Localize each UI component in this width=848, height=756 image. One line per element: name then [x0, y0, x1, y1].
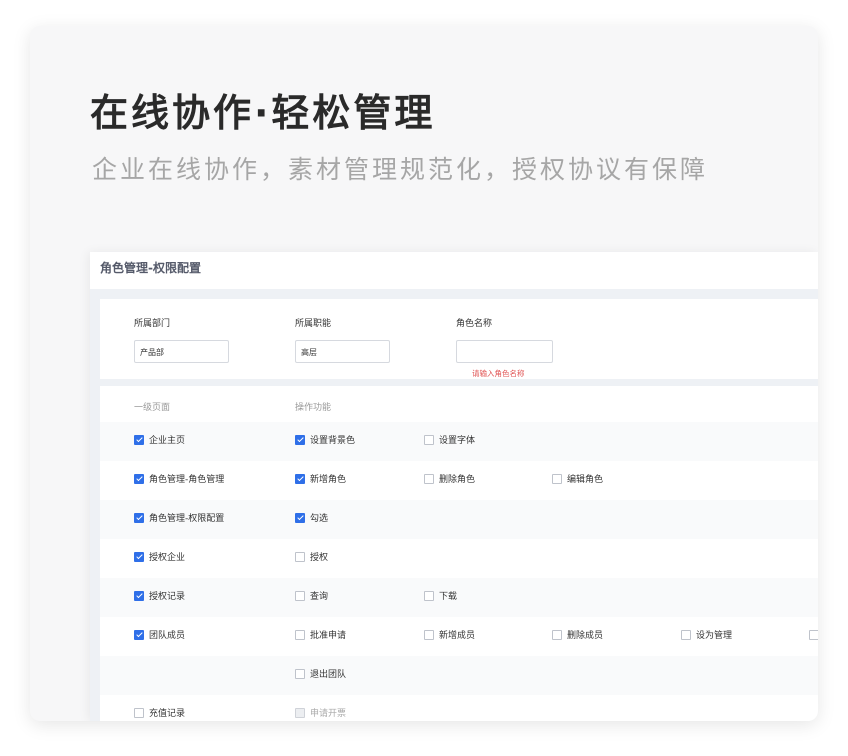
checkbox-checked-icon[interactable]: [295, 473, 305, 484]
checkbox-label: 设置字体: [439, 436, 476, 446]
op-checkbox[interactable]: 退出团队: [295, 668, 347, 681]
checkbox-checked-icon[interactable]: [134, 434, 144, 445]
op-checkbox: 申请开票: [295, 707, 347, 720]
checkbox-icon[interactable]: [424, 473, 434, 484]
department-input[interactable]: 产品部: [134, 340, 229, 363]
checkbox-label: 授权: [310, 553, 329, 563]
op-checkbox[interactable]: 设置背景色: [295, 434, 356, 447]
checkbox-label: 删除角色: [439, 475, 476, 485]
checkbox-icon[interactable]: [681, 629, 691, 640]
role-name-label: 角色名称: [456, 319, 493, 329]
checkbox-label: 查询: [310, 592, 329, 602]
page-checkbox[interactable]: 团队成员: [134, 629, 186, 642]
table-row: 退出团队: [100, 656, 818, 695]
op-checkbox[interactable]: 删除角色: [424, 473, 476, 486]
checkbox-label: 角色管理-权限配置: [149, 514, 225, 524]
table-row: 授权记录 查询 下载: [100, 578, 818, 617]
department-label: 所属部门: [134, 319, 171, 329]
checkbox-icon[interactable]: [295, 668, 305, 679]
checkbox-icon[interactable]: [809, 629, 818, 640]
checkbox-label: 团队成员: [149, 631, 186, 641]
checkbox-checked-icon[interactable]: [295, 512, 305, 523]
op-checkbox[interactable]: 删除成员: [552, 629, 604, 642]
panel-title: 角色管理-权限配置: [100, 261, 201, 275]
hero-subtitle: 企业在线协作，素材管理规范化，授权协议有保障: [92, 155, 709, 184]
checkbox-icon[interactable]: [552, 629, 562, 640]
table-row: 团队成员 批准申请 新增成员 删除成员 设为管理: [100, 617, 818, 656]
role-name-input[interactable]: [456, 340, 553, 363]
checkbox-checked-icon[interactable]: [134, 512, 144, 523]
page-checkbox[interactable]: 企业主页: [134, 434, 186, 447]
checkbox-icon[interactable]: [295, 629, 305, 640]
checkbox-label: 下载: [439, 592, 458, 602]
checkbox-label: 企业主页: [149, 436, 186, 446]
filter-section: 所属部门 产品部 所属职能 高层 角色名称 请输入角色名称: [100, 299, 818, 379]
permission-table: 一级页面 操作功能 企业主页 设置背景色 设置字体角色管理-角色管理 新增角色 删除角色…: [100, 386, 818, 721]
op-checkbox[interactable]: 设置字体: [424, 434, 476, 447]
checkbox-label: 新增角色: [310, 475, 347, 485]
page-checkbox[interactable]: 授权企业: [134, 551, 186, 564]
col-header-ops: 操作功能: [295, 403, 332, 413]
checkbox-icon: [295, 707, 305, 718]
op-checkbox[interactable]: [809, 629, 818, 642]
op-checkbox[interactable]: 授权: [295, 551, 329, 564]
checkbox-label: 设为管理: [696, 631, 733, 641]
checkbox-icon[interactable]: [424, 434, 434, 445]
op-checkbox[interactable]: 勾选: [295, 512, 329, 525]
checkbox-icon[interactable]: [424, 629, 434, 640]
checkbox-checked-icon[interactable]: [134, 590, 144, 601]
feature-card: 在线协作·轻松管理 企业在线协作，素材管理规范化，授权协议有保障 角色管理-权限…: [30, 26, 818, 721]
checkbox-label: 勾选: [310, 514, 329, 524]
page-checkbox[interactable]: 角色管理-角色管理: [134, 473, 225, 486]
checkbox-icon[interactable]: [295, 551, 305, 562]
op-checkbox[interactable]: 查询: [295, 590, 329, 603]
role-name-error: 请输入角色名称: [472, 369, 525, 378]
table-row: 角色管理-角色管理 新增角色 删除角色 编辑角色: [100, 461, 818, 500]
checkbox-checked-icon[interactable]: [134, 629, 144, 640]
checkbox-icon[interactable]: [424, 590, 434, 601]
col-header-page: 一级页面: [134, 403, 171, 413]
op-checkbox[interactable]: 新增成员: [424, 629, 476, 642]
checkbox-label: 删除成员: [567, 631, 604, 641]
table-row: 企业主页 设置背景色 设置字体: [100, 422, 818, 461]
table-row: 授权企业 授权: [100, 539, 818, 578]
permission-panel: 角色管理-权限配置 所属部门 产品部 所属职能 高层 角色名称 请输入角色名称 …: [90, 252, 818, 721]
checkbox-icon[interactable]: [295, 590, 305, 601]
page-checkbox[interactable]: 授权记录: [134, 590, 186, 603]
panel-header: 角色管理-权限配置: [90, 252, 818, 289]
checkbox-label: 批准申请: [310, 631, 347, 641]
op-checkbox[interactable]: 批准申请: [295, 629, 347, 642]
checkbox-checked-icon[interactable]: [134, 551, 144, 562]
page-checkbox[interactable]: 充值记录: [134, 707, 186, 720]
op-checkbox[interactable]: 设为管理: [681, 629, 733, 642]
checkbox-checked-icon[interactable]: [295, 434, 305, 445]
checkbox-icon[interactable]: [552, 473, 562, 484]
page-checkbox[interactable]: 角色管理-权限配置: [134, 512, 225, 525]
op-checkbox[interactable]: 新增角色: [295, 473, 347, 486]
checkbox-checked-icon[interactable]: [134, 473, 144, 484]
checkbox-label: 设置背景色: [310, 436, 356, 446]
checkbox-icon[interactable]: [134, 707, 144, 718]
checkbox-label: 新增成员: [439, 631, 476, 641]
op-checkbox[interactable]: 下载: [424, 590, 458, 603]
checkbox-label: 充值记录: [149, 709, 186, 719]
checkbox-label: 编辑角色: [567, 475, 604, 485]
checkbox-label: 申请开票: [310, 709, 347, 719]
position-label: 所属职能: [295, 319, 332, 329]
position-input[interactable]: 高层: [295, 340, 390, 363]
checkbox-label: 授权记录: [149, 592, 186, 602]
table-row: 角色管理-权限配置 勾选: [100, 500, 818, 539]
checkbox-label: 退出团队: [310, 670, 347, 680]
op-checkbox[interactable]: 编辑角色: [552, 473, 604, 486]
hero-title: 在线协作·轻松管理: [90, 91, 436, 135]
table-row: 充值记录 申请开票: [100, 695, 818, 721]
checkbox-label: 角色管理-角色管理: [149, 475, 225, 485]
checkbox-label: 授权企业: [149, 553, 186, 563]
